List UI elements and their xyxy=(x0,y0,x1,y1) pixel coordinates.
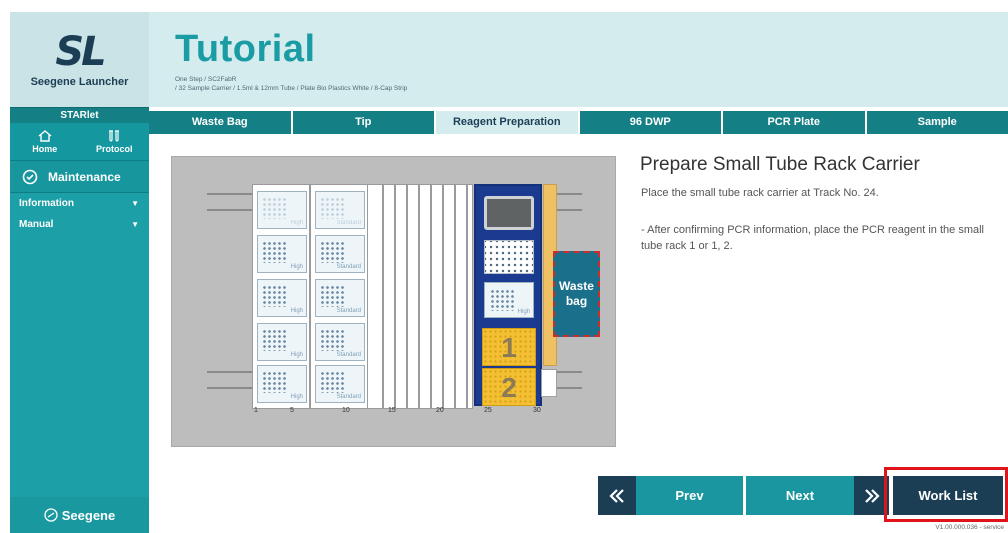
header: Tutorial One Step / SC2FabR / 32 Sample … xyxy=(149,12,1008,107)
track-number: 15 xyxy=(388,407,396,414)
small-tube-rack-1: 1 xyxy=(482,328,536,366)
menu-item-manual[interactable]: Manual ▼ xyxy=(10,214,149,235)
track-number: 1 xyxy=(254,407,258,414)
deck-rail xyxy=(557,387,582,389)
logo-text: Seegene Launcher xyxy=(30,75,129,88)
caret-down-icon: ▼ xyxy=(131,220,139,229)
instruction-note: - After confirming PCR information, plac… xyxy=(641,224,984,252)
small-tube-rack-carrier: High 1 2 xyxy=(474,184,542,406)
nav-row: Home Protocol xyxy=(10,123,149,161)
protocol-subtitle: One Step / SC2FabR / 32 Sample Carrier /… xyxy=(175,75,407,93)
track-line xyxy=(394,184,396,409)
tubes-icon xyxy=(109,129,120,142)
deck-diagram: High High High High High Standard Standa… xyxy=(171,156,616,447)
track-number: 10 xyxy=(342,407,350,414)
protocol-label: Protocol xyxy=(95,143,133,154)
plate: Standard xyxy=(315,279,365,317)
prev-button[interactable]: Prev xyxy=(636,476,743,515)
logo: SL Seegene Launcher xyxy=(10,12,149,107)
tab-pcr-plate[interactable]: PCR Plate xyxy=(723,111,865,134)
plate: Standard xyxy=(315,235,365,273)
app-window: SL Seegene Launcher STARlet Home Protoco… xyxy=(0,0,1008,533)
deck-rail xyxy=(207,209,252,211)
logo-mark: SL xyxy=(55,28,106,75)
small-carrier-box xyxy=(541,369,557,397)
small-tube-rack-2: 2 xyxy=(482,368,536,406)
track-number: 5 xyxy=(290,407,294,414)
seegene-logo: Seegene xyxy=(10,497,149,533)
deck-rail xyxy=(557,209,582,211)
next-arrow-button[interactable] xyxy=(854,476,889,515)
home-label: Home xyxy=(32,143,58,154)
plate: Standard xyxy=(315,191,365,229)
plate: Standard xyxy=(315,365,365,403)
prev-arrow-button[interactable] xyxy=(598,476,636,515)
menu-item-information[interactable]: Information ▼ xyxy=(10,193,149,214)
double-chevron-left-icon xyxy=(609,488,624,503)
step-tabs: Waste Bag Tip Reagent Preparation 96 DWP… xyxy=(149,111,1008,134)
plate: High xyxy=(257,365,307,403)
sidebar: SL Seegene Launcher STARlet Home Protoco… xyxy=(10,12,149,533)
tab-96-dwp[interactable]: 96 DWP xyxy=(579,111,721,134)
double-chevron-right-icon xyxy=(864,488,880,503)
track-line xyxy=(382,184,384,409)
next-button[interactable]: Next xyxy=(746,476,854,515)
plate-carrier-2: Standard Standard Standard Standard Stan… xyxy=(310,184,368,409)
deck-rail xyxy=(557,193,582,195)
plate: High xyxy=(257,191,307,229)
tab-sample[interactable]: Sample xyxy=(866,111,1008,134)
protocol-button[interactable]: Protocol xyxy=(80,123,150,160)
check-circle-icon xyxy=(22,169,38,184)
tab-tip[interactable]: Tip xyxy=(292,111,434,134)
track-line xyxy=(466,184,468,409)
track-number: 25 xyxy=(484,407,492,414)
plate: High xyxy=(257,279,307,317)
track-number: 30 xyxy=(533,407,541,414)
track-line xyxy=(442,184,444,409)
work-list-button[interactable]: Work List xyxy=(893,476,1003,515)
plate-carrier-1: High High High High High xyxy=(252,184,310,409)
instrument-label: STARlet xyxy=(10,107,149,123)
caret-down-icon: ▼ xyxy=(131,199,139,208)
waste-bag: Waste bag xyxy=(553,251,600,337)
track-line xyxy=(430,184,432,409)
deck-rail xyxy=(557,371,582,373)
tab-waste-bag[interactable]: Waste Bag xyxy=(149,111,291,134)
deck-rail xyxy=(207,193,252,195)
plate: High xyxy=(257,323,307,361)
maintenance-label: Maintenance xyxy=(48,169,121,184)
deck-rail xyxy=(207,387,252,389)
subtitle-line: One Step / SC2FabR xyxy=(175,76,237,83)
subtitle-line: / 32 Sample Carrier / 1.5ml & 12mm Tube … xyxy=(175,85,408,92)
track-line xyxy=(406,184,408,409)
track-line xyxy=(418,184,420,409)
maintenance-button[interactable]: Maintenance xyxy=(10,161,149,193)
plate: Standard xyxy=(315,323,365,361)
home-button[interactable]: Home xyxy=(10,123,80,160)
reagent-reservoir xyxy=(484,196,534,230)
plate: High xyxy=(257,235,307,273)
seegene-mark-icon xyxy=(44,508,58,522)
instruction-title: Prepare Small Tube Rack Carrier xyxy=(640,154,920,175)
dwp-plate: High xyxy=(484,282,534,318)
tab-reagent-preparation[interactable]: Reagent Preparation xyxy=(436,111,578,134)
track-line xyxy=(454,184,456,409)
deck-rail xyxy=(207,371,252,373)
track-number: 20 xyxy=(436,407,444,414)
home-icon xyxy=(38,129,52,142)
tip-box xyxy=(484,240,534,274)
version-label: V1.00.000.036 - service xyxy=(935,524,1004,531)
instruction-text: Place the small tube rack carrier at Tra… xyxy=(641,187,879,199)
menu-item-label: Information xyxy=(19,198,74,209)
page-title: Tutorial xyxy=(175,28,316,70)
seegene-label: Seegene xyxy=(61,507,116,523)
menu-item-label: Manual xyxy=(19,219,54,230)
